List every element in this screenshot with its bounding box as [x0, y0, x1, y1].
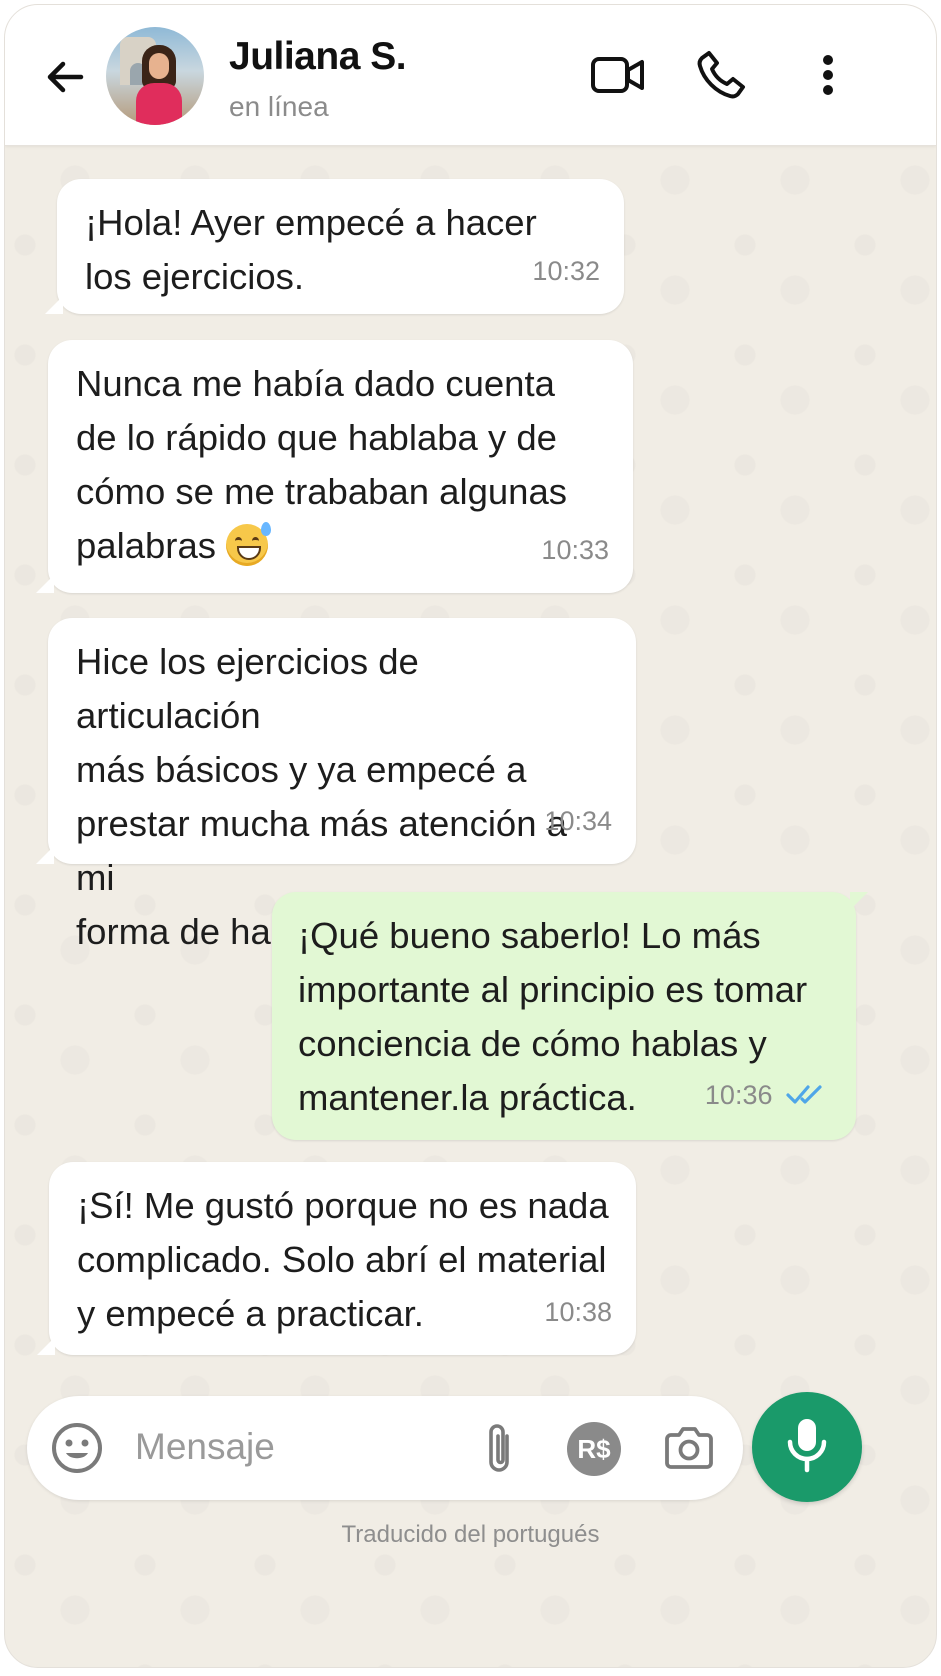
video-call-icon[interactable]	[589, 49, 647, 101]
attach-icon[interactable]	[477, 1418, 521, 1478]
camera-icon[interactable]	[661, 1420, 717, 1476]
phone-call-icon[interactable]	[693, 47, 749, 103]
message-input[interactable]: Mensaje	[135, 1426, 275, 1468]
message-time-row: 10:36	[705, 1068, 826, 1124]
message-bubble-incoming[interactable]: ¡Sí! Me gustó porque no es nada complica…	[37, 1162, 636, 1355]
message-bubble-outgoing[interactable]: ¡Qué bueno saberlo! Lo más importante al…	[272, 892, 868, 1140]
message-text: Nunca me había dado cuenta de lo rápido …	[76, 363, 568, 566]
message-input-bar[interactable]: Mensaje R$	[27, 1396, 743, 1500]
message-bubble-incoming[interactable]: Nunca me había dado cuenta de lo rápido …	[36, 340, 633, 593]
back-arrow-icon[interactable]	[41, 53, 89, 101]
message-time: 10:36	[704, 1080, 773, 1111]
payment-icon[interactable]: R$	[567, 1422, 621, 1476]
contact-status: en línea	[229, 91, 329, 122]
message-time: 10:32	[532, 256, 600, 286]
mic-button[interactable]	[752, 1392, 862, 1502]
emoji-icon[interactable]	[49, 1420, 105, 1476]
contact-name[interactable]: Juliana S.	[229, 35, 407, 79]
avatar[interactable]	[106, 27, 204, 125]
message-bubble-incoming[interactable]: ¡Hola! Ayer empecé a hacer los ejercicio…	[45, 179, 624, 314]
sweat-smile-emoji-icon	[226, 522, 272, 566]
payment-label: R$	[577, 1433, 611, 1464]
chat-header: Juliana S. en línea	[5, 5, 936, 146]
message-text: ¡Sí! Me gustó porque no es nada complica…	[77, 1185, 609, 1334]
mic-icon	[785, 1416, 829, 1479]
message-time: 10:33	[541, 535, 609, 565]
message-time: 10:34	[544, 806, 612, 836]
double-check-read-icon	[786, 1070, 826, 1124]
message-text: ¡Hola! Ayer empecé a hacer los ejercicio…	[85, 202, 537, 297]
message-time: 10:38	[544, 1297, 612, 1327]
message-bubble-incoming[interactable]: Hice los ejercicios de articulación más …	[36, 618, 636, 952]
translated-note: Traducido del portugués	[341, 1521, 600, 1548]
more-vertical-icon[interactable]	[813, 49, 843, 101]
chat-screen: Juliana S. en línea ¡Hola! Ayer empecé a…	[4, 4, 937, 1668]
